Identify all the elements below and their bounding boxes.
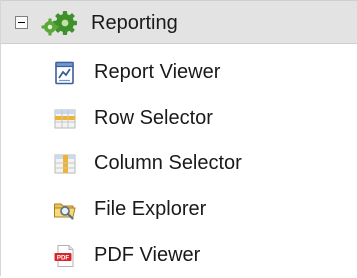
tree-item-report-viewer[interactable]: Report Viewer bbox=[1, 49, 357, 95]
tree-item-label: Column Selector bbox=[94, 152, 242, 174]
folder-search-icon bbox=[54, 203, 76, 220]
tree-item-pdf-viewer[interactable]: PDF PDF Viewer bbox=[1, 232, 357, 278]
report-chart-icon bbox=[55, 61, 74, 85]
tree-group-label: Reporting bbox=[91, 12, 178, 34]
tree-item-label: File Explorer bbox=[94, 198, 207, 220]
tree-item-label: PDF Viewer bbox=[94, 244, 201, 266]
navigation-tree: Reporting Report Viewer Row Selector Col… bbox=[0, 0, 357, 276]
table-rows-icon bbox=[54, 109, 76, 129]
svg-text:PDF: PDF bbox=[57, 254, 70, 261]
collapse-toggle-icon[interactable] bbox=[15, 16, 28, 29]
pdf-icon: PDF bbox=[54, 245, 74, 267]
tree-item-row-selector[interactable]: Row Selector bbox=[1, 95, 357, 141]
tree-item-label: Report Viewer bbox=[94, 61, 221, 83]
tree-item-column-selector[interactable]: Column Selector bbox=[1, 140, 357, 186]
tree-item-label: Row Selector bbox=[94, 107, 213, 129]
tree-item-file-explorer[interactable]: File Explorer bbox=[1, 186, 357, 232]
tree-group-reporting[interactable]: Reporting bbox=[1, 0, 357, 44]
table-columns-icon bbox=[54, 154, 76, 174]
gears-icon bbox=[41, 11, 77, 36]
